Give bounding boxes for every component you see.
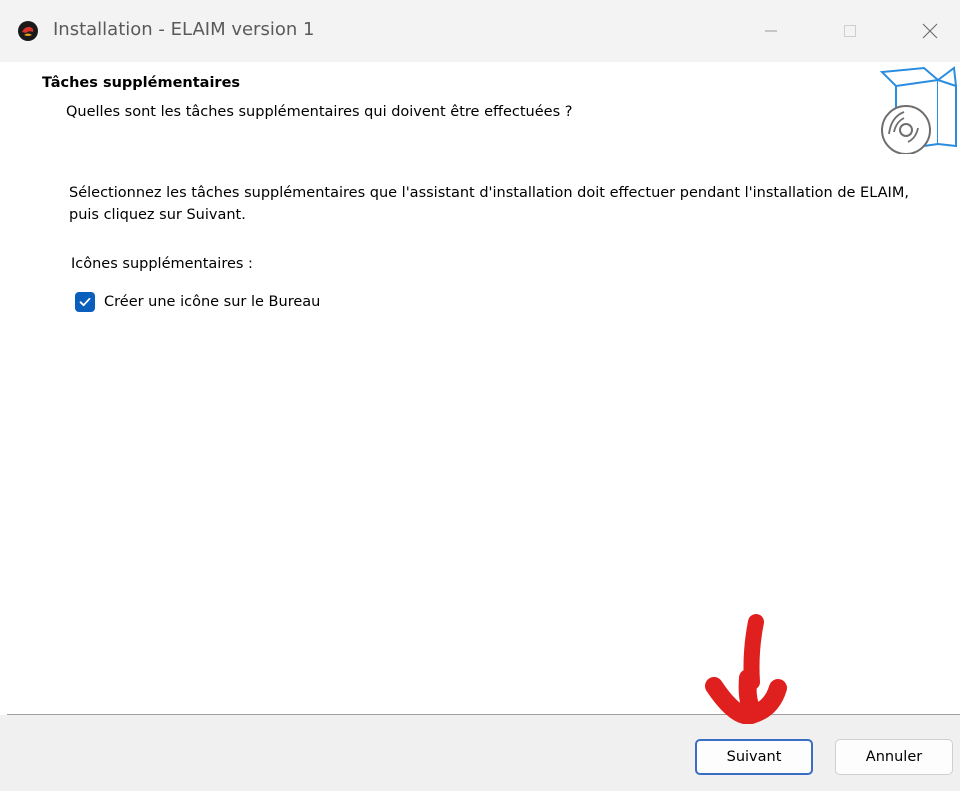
- setup-box-disc-icon: [876, 66, 958, 155]
- footer-bar: Suivant Annuler: [0, 715, 960, 791]
- desktop-icon-checkbox[interactable]: [75, 292, 95, 312]
- maximize-icon: [844, 25, 856, 37]
- page-header: Tâches supplémentaires Quelles sont les …: [0, 62, 960, 166]
- group-label: Icônes supplémentaires :: [71, 256, 253, 272]
- cancel-button[interactable]: Annuler: [835, 739, 953, 775]
- page-subtitle: Quelles sont les tâches supplémentaires …: [66, 104, 573, 120]
- desktop-icon-checkbox-label[interactable]: Créer une icône sur le Bureau: [104, 294, 320, 310]
- page-title: Tâches supplémentaires: [42, 75, 241, 91]
- maximize-button[interactable]: [826, 0, 872, 62]
- window-title: Installation - ELAIM version 1: [53, 19, 315, 40]
- minimize-button[interactable]: [748, 0, 794, 62]
- task-desktop-icon-option[interactable]: Créer une icône sur le Bureau: [75, 292, 320, 312]
- minimize-icon: [765, 30, 777, 32]
- next-button[interactable]: Suivant: [695, 739, 813, 775]
- title-bar[interactable]: Installation - ELAIM version 1: [0, 0, 960, 62]
- close-icon: [922, 23, 938, 39]
- app-logo-icon: [17, 20, 39, 42]
- close-button[interactable]: [906, 0, 952, 62]
- instructions-text: Sélectionnez les tâches supplémentaires …: [69, 185, 909, 223]
- checkmark-icon: [79, 297, 91, 307]
- tasks-panel: Sélectionnez les tâches supplémentaires …: [0, 166, 960, 714]
